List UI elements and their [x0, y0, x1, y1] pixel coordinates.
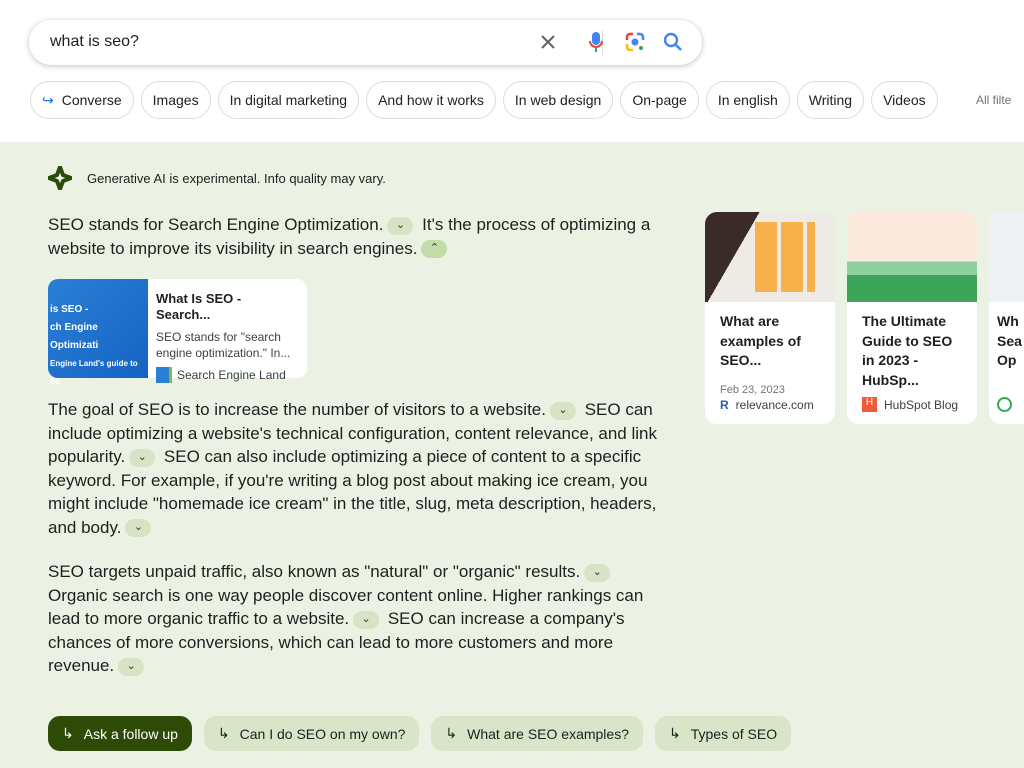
follow-up-suggestion[interactable]: ↳ Types of SEO [655, 716, 792, 751]
ai-notice-text: Generative AI is experimental. Info qual… [87, 170, 386, 186]
source-site: Search Engine Land [177, 368, 286, 382]
source-title[interactable]: What Is SEO - Search... [156, 291, 299, 323]
search-header: what is seo? ↪ Converse Images In digital m… [0, 0, 1024, 142]
follow-up-arrow-icon: ↳ [62, 725, 74, 741]
chevron-down-icon[interactable]: ⌄ [125, 519, 152, 538]
chip-label: Images [152, 92, 199, 108]
answer-paragraph: SEO targets unpaid traffic, also known a… [48, 560, 668, 678]
chip-in-web-design[interactable]: In web design [502, 81, 614, 119]
ai-notice: Generative AI is experimental. Info qual… [48, 166, 386, 190]
sel-logo-icon [156, 367, 172, 383]
chip-label: Videos [883, 92, 926, 108]
chevron-down-icon[interactable]: ⌄ [353, 610, 380, 629]
chip-label: And how it works [378, 92, 484, 108]
card-image [847, 212, 977, 302]
chip-label: In digital marketing [229, 92, 348, 108]
chip-label: On-page [632, 92, 687, 108]
site-logo-icon [997, 397, 1012, 412]
chip-in-digital-marketing[interactable]: In digital marketing [217, 81, 360, 119]
card-site: HubSpot Blog [884, 397, 959, 412]
chip-and-how-it-works[interactable]: And how it works [366, 81, 496, 119]
card-title: What are examples of SEO... [720, 313, 801, 368]
microphone-icon[interactable] [584, 30, 608, 54]
follow-up-arrow-icon: ↳ [217, 725, 230, 741]
follow-up-arrow-icon: ↳ [445, 725, 458, 741]
answer-text: SEO stands for Search Engine Optimizatio… [48, 215, 384, 234]
arrow-icon: ↪ [42, 91, 54, 108]
search-icon[interactable] [661, 30, 685, 54]
card-site: relevance.com [735, 398, 814, 412]
chip-converse[interactable]: ↪ Converse [30, 81, 134, 119]
generative-ai-panel: Generative AI is experimental. Info qual… [0, 142, 1024, 768]
chip-label: In english [717, 92, 778, 108]
follow-up-label: Ask a follow up [83, 725, 178, 742]
follow-up-label: Types of SEO [690, 725, 778, 742]
source-card[interactable]: is SEO - ch Engine Optimizati Engine Land'… [48, 279, 307, 386]
answer-text: The goal of SEO is to increase the numbe… [48, 400, 546, 419]
result-card[interactable]: The Ultimate Guide to SEO in 2023 - HubS… [847, 212, 977, 424]
chip-images[interactable]: Images [140, 81, 211, 119]
card-title: Wh Sea Op [997, 313, 1022, 368]
chevron-down-icon[interactable]: ⌄ [387, 216, 414, 235]
follow-up-suggestion[interactable]: ↳ What are SEO examples? [431, 716, 643, 751]
clear-icon[interactable] [536, 30, 560, 54]
answer-paragraph: The goal of SEO is to increase the numbe… [48, 398, 668, 539]
hubspot-logo-icon: H [862, 397, 877, 412]
card-title: The Ultimate Guide to SEO in 2023 - HubS… [862, 313, 953, 388]
follow-up-arrow-icon: ↳ [669, 725, 681, 741]
result-card[interactable]: Wh Sea Op [989, 212, 1024, 424]
chip-writing[interactable]: Writing [796, 81, 865, 119]
answer-text: SEO targets unpaid traffic, also known a… [48, 562, 581, 581]
chevron-down-icon[interactable]: ⌄ [584, 563, 611, 582]
answer-paragraph: SEO stands for Search Engine Optimizatio… [48, 213, 668, 260]
relevance-logo-icon: R [720, 398, 729, 412]
chip-label: In web design [514, 92, 602, 108]
follow-up-label: Can I do SEO on my own? [239, 725, 406, 742]
card-image [705, 212, 835, 302]
source-description: SEO stands for "search engine optimizati… [156, 330, 291, 360]
chevron-down-icon[interactable]: ⌄ [118, 657, 145, 676]
search-input[interactable]: what is seo? [50, 33, 139, 51]
filter-chips: ↪ Converse Images In digital marketing And h… [30, 81, 938, 119]
source-thumbnail: is SEO - ch Engine Optimizati Engine Land'… [48, 279, 148, 386]
follow-up-label: What are SEO examples? [467, 725, 629, 742]
sparkle-icon [48, 166, 72, 190]
all-filters-button[interactable]: All filte [976, 93, 1011, 107]
card-image [989, 212, 1024, 302]
result-card[interactable]: What are examples of SEO... Feb 23, 2023… [705, 212, 835, 424]
chip-label: Converse [61, 92, 122, 108]
ask-follow-up-button[interactable]: ↳ Ask a follow up [48, 716, 192, 751]
chip-videos[interactable]: Videos [871, 81, 938, 119]
chevron-down-icon[interactable]: ⌄ [549, 401, 576, 420]
chevron-up-icon[interactable]: ⌃ [421, 240, 448, 259]
card-date: Feb 23, 2023 [720, 384, 785, 396]
chevron-down-icon[interactable]: ⌄ [129, 448, 156, 467]
search-box[interactable]: what is seo? [29, 20, 702, 65]
follow-up-bar: ↳ Ask a follow up ↳ Can I do SEO on my own?… [48, 716, 792, 751]
google-lens-icon[interactable] [623, 30, 647, 54]
follow-up-suggestion[interactable]: ↳ Can I do SEO on my own? [203, 716, 420, 751]
chip-label: Writing [808, 92, 853, 108]
chip-in-english[interactable]: In english [705, 81, 790, 119]
chip-on-page[interactable]: On-page [620, 81, 699, 119]
